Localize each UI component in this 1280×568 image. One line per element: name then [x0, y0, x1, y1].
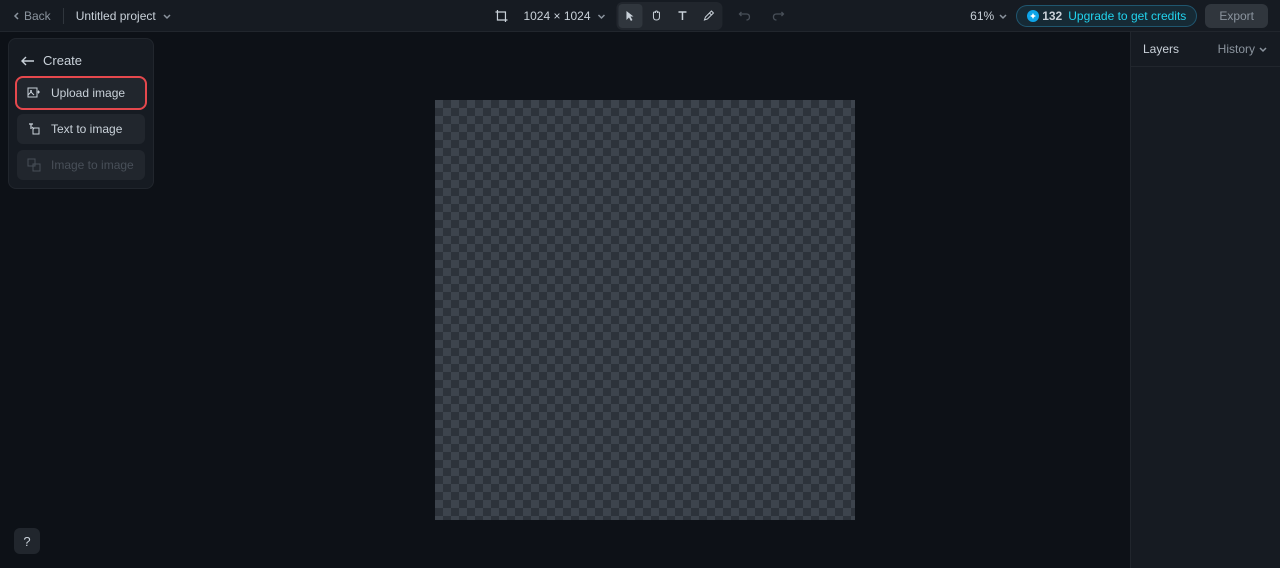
- project-title[interactable]: Untitled project: [76, 9, 172, 23]
- hand-tool[interactable]: [645, 4, 669, 28]
- divider: [63, 8, 64, 24]
- text-tool[interactable]: [671, 4, 695, 28]
- cursor-icon: [624, 9, 638, 23]
- back-arrow-icon[interactable]: [21, 55, 35, 67]
- tool-group: [617, 2, 723, 30]
- zoom-selector[interactable]: 61%: [970, 9, 1008, 23]
- layers-tab[interactable]: Layers: [1143, 42, 1179, 56]
- text-to-image-button[interactable]: Text to image: [17, 114, 145, 144]
- help-icon: ?: [23, 534, 30, 549]
- chevron-down-icon: [1258, 44, 1268, 54]
- topbar-center: 1024 × 1024: [489, 2, 790, 30]
- back-button[interactable]: Back: [12, 9, 51, 23]
- canvas-size-text: 1024 × 1024: [523, 9, 590, 23]
- text-icon: [676, 9, 690, 23]
- select-tool[interactable]: [619, 4, 643, 28]
- credits-count: 132: [1042, 9, 1062, 23]
- upload-image-button[interactable]: Upload image: [17, 78, 145, 108]
- image-to-image-label: Image to image: [51, 158, 134, 172]
- undo-icon: [738, 9, 752, 23]
- topbar: Back Untitled project 1024 × 1024: [0, 0, 1280, 32]
- canvas-area[interactable]: [160, 32, 1130, 568]
- right-panel: Layers History: [1130, 32, 1280, 568]
- chevron-left-icon: [12, 11, 22, 21]
- upload-image-icon: [27, 86, 41, 100]
- topbar-left: Back Untitled project: [12, 8, 172, 24]
- crop-button[interactable]: [489, 4, 513, 28]
- hand-icon: [650, 9, 664, 23]
- zoom-text: 61%: [970, 9, 994, 23]
- upgrade-text: Upgrade to get credits: [1068, 9, 1186, 23]
- credits-badge: 132: [1027, 9, 1062, 23]
- project-title-text: Untitled project: [76, 9, 156, 23]
- eyedropper-icon: [702, 9, 716, 23]
- canvas-size-selector[interactable]: 1024 × 1024: [523, 9, 606, 23]
- export-button: Export: [1205, 4, 1268, 28]
- create-panel-title: Create: [43, 53, 82, 68]
- help-button[interactable]: ?: [14, 528, 40, 554]
- canvas[interactable]: [435, 100, 855, 520]
- crop-icon: [494, 9, 508, 23]
- redo-icon: [772, 9, 786, 23]
- text-to-image-icon: [27, 122, 41, 136]
- history-label: History: [1218, 42, 1255, 56]
- chevron-down-icon: [597, 11, 607, 21]
- redo-button[interactable]: [767, 4, 791, 28]
- image-to-image-icon: [27, 158, 41, 172]
- back-label: Back: [24, 9, 51, 23]
- text-to-image-label: Text to image: [51, 122, 122, 136]
- upload-image-label: Upload image: [51, 86, 125, 100]
- topbar-right: 61% 132 Upgrade to get credits Export: [970, 4, 1268, 28]
- credits-pill[interactable]: 132 Upgrade to get credits: [1016, 5, 1197, 27]
- right-panel-header: Layers History: [1131, 32, 1280, 67]
- eyedropper-tool[interactable]: [697, 4, 721, 28]
- undo-button[interactable]: [733, 4, 757, 28]
- history-tab[interactable]: History: [1218, 42, 1268, 56]
- export-label: Export: [1219, 9, 1254, 23]
- image-to-image-button: Image to image: [17, 150, 145, 180]
- chevron-down-icon: [998, 11, 1008, 21]
- chevron-down-icon: [162, 11, 172, 21]
- create-panel-header: Create: [17, 47, 145, 78]
- credits-dot-icon: [1027, 10, 1039, 22]
- create-panel: Create Upload image Text to image Image …: [8, 38, 154, 189]
